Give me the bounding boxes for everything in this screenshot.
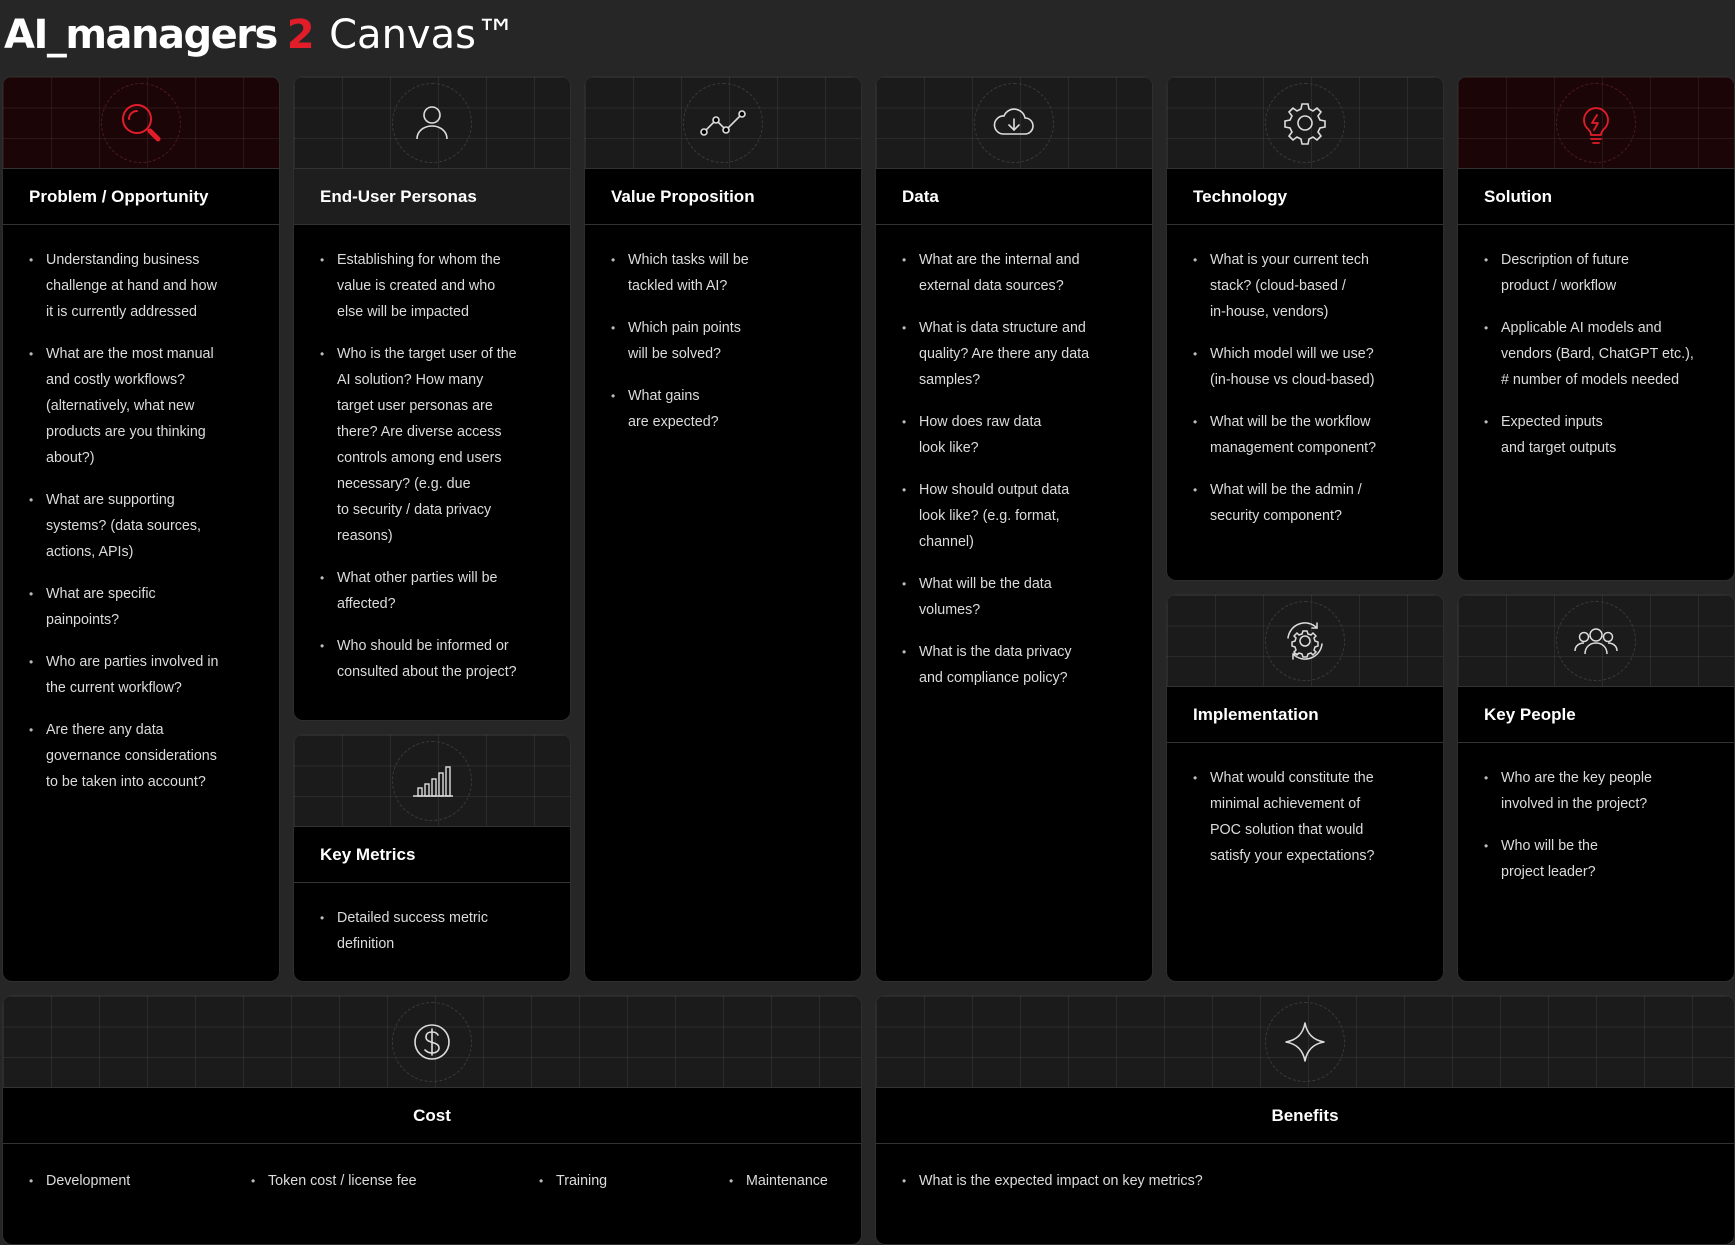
list-item: What is the data privacy and compliance … [902, 639, 1124, 691]
list-item: What gains are expected? [611, 383, 833, 435]
panel-problem-opportunity: Problem / Opportunity Understanding busi… [2, 76, 280, 982]
list-item: What will be the admin / security compon… [1193, 477, 1415, 529]
cloud-download-icon [974, 82, 1054, 163]
list-item: Establishing for whom the value is creat… [320, 247, 542, 325]
list-item: Are there any data governance considerat… [29, 717, 251, 795]
list-item: Token cost / license fee [251, 1168, 539, 1194]
panel-title: Key Metrics [294, 827, 570, 883]
panel-data: Data What are the internal and external … [875, 76, 1153, 982]
bullet-list: Which tasks will be tackled with AI? Whi… [585, 225, 861, 435]
canvas-header: AI_managers 2 Canvas™ [0, 0, 1735, 70]
dollar-coin-icon [392, 1001, 472, 1082]
panel-technology: Technology What is your current tech sta… [1166, 76, 1444, 581]
panel-title: Problem / Opportunity [3, 169, 279, 225]
panel-title: End-User Personas [294, 169, 570, 225]
list-item: What are supporting systems? (data sourc… [29, 487, 251, 565]
list-item: Which model will we use? (in-house vs cl… [1193, 341, 1415, 393]
list-item: How should output data look like? (e.g. … [902, 477, 1124, 555]
bullet-list: Understanding business challenge at hand… [3, 225, 279, 795]
list-item: Who should be informed or consulted abou… [320, 633, 542, 685]
panel-title: Value Proposition [585, 169, 861, 225]
bullet-list: Establishing for whom the value is creat… [294, 225, 570, 685]
bullet-list: Description of future product / workflow… [1458, 225, 1734, 461]
sparkle-icon [1265, 1001, 1345, 1082]
magnifier-icon [101, 82, 181, 163]
panel-cost: Cost Development Token cost / license fe… [2, 995, 862, 1245]
list-item: Which pain points will be solved? [611, 315, 833, 367]
bullet-list: What are the internal and external data … [876, 225, 1152, 691]
panel-title: Key People [1458, 687, 1734, 743]
list-item: Applicable AI models and vendors (Bard, … [1484, 315, 1706, 393]
list-item: Who will be the project leader? [1484, 833, 1706, 885]
gear-icon [1265, 82, 1345, 163]
panel-end-user-personas: End-User Personas Establishing for whom … [293, 76, 571, 721]
gear-cycle-icon [1265, 600, 1345, 681]
list-item: What other parties will be affected? [320, 565, 542, 617]
list-item: What are the most manual and costly work… [29, 341, 251, 471]
list-item: What would constitute the minimal achiev… [1193, 765, 1415, 869]
lightbulb-icon [1556, 82, 1636, 163]
list-item: How does raw data look like? [902, 409, 1124, 461]
list-item: Who is the target user of the AI solutio… [320, 341, 542, 549]
list-item: Description of future product / workflow [1484, 247, 1706, 299]
panel-title: Technology [1167, 169, 1443, 225]
list-item: Who are the key people involved in the p… [1484, 765, 1706, 817]
list-item: What is your current tech stack? (cloud-… [1193, 247, 1415, 325]
panel-title: Benefits [876, 1088, 1734, 1144]
bullet-list: Development Token cost / license fee Tra… [3, 1144, 861, 1194]
panel-implementation: Implementation What would constitute the… [1166, 594, 1444, 982]
list-item: What will be the workflow management com… [1193, 409, 1415, 461]
brand-accent-number: 2 [286, 12, 315, 58]
list-item: What is the expected impact on key metri… [902, 1168, 1203, 1194]
bullet-list: What would constitute the minimal achiev… [1167, 743, 1443, 869]
bullet-list: Who are the key people involved in the p… [1458, 743, 1734, 885]
list-item: What are specific painpoints? [29, 581, 251, 633]
person-icon [392, 82, 472, 163]
list-item: What are the internal and external data … [902, 247, 1124, 299]
list-item: Which tasks will be tackled with AI? [611, 247, 833, 299]
bullet-list: What is the expected impact on key metri… [876, 1144, 1734, 1194]
list-item: What will be the data volumes? [902, 571, 1124, 623]
line-graph-icon [683, 82, 763, 163]
list-item: Development [29, 1168, 251, 1194]
panel-title: Implementation [1167, 687, 1443, 743]
bullet-list: What is your current tech stack? (cloud-… [1167, 225, 1443, 529]
list-item: What is data structure and quality? Are … [902, 315, 1124, 393]
panel-value-proposition: Value Proposition Which tasks will be ta… [584, 76, 862, 982]
list-item: Understanding business challenge at hand… [29, 247, 251, 325]
list-item: Who are parties involved in the current … [29, 649, 251, 701]
brand-name: AI_managers [4, 12, 278, 58]
canvas-title: Canvas™ [329, 12, 516, 58]
list-item: Training [539, 1168, 729, 1194]
panel-title: Cost [3, 1088, 861, 1144]
bullet-list: Detailed success metric definition [294, 883, 570, 957]
panel-solution: Solution Description of future product /… [1457, 76, 1735, 581]
panel-title: Data [876, 169, 1152, 225]
people-icon [1556, 600, 1636, 681]
list-item: Detailed success metric definition [320, 905, 542, 957]
list-item: Maintenance [729, 1168, 828, 1194]
panel-benefits: Benefits What is the expected impact on … [875, 995, 1735, 1245]
panel-title: Solution [1458, 169, 1734, 225]
panel-key-people: Key People Who are the key people involv… [1457, 594, 1735, 982]
panel-key-metrics: Key Metrics Detailed success metric defi… [293, 734, 571, 982]
bar-chart-icon [392, 740, 472, 821]
list-item: Expected inputs and target outputs [1484, 409, 1706, 461]
